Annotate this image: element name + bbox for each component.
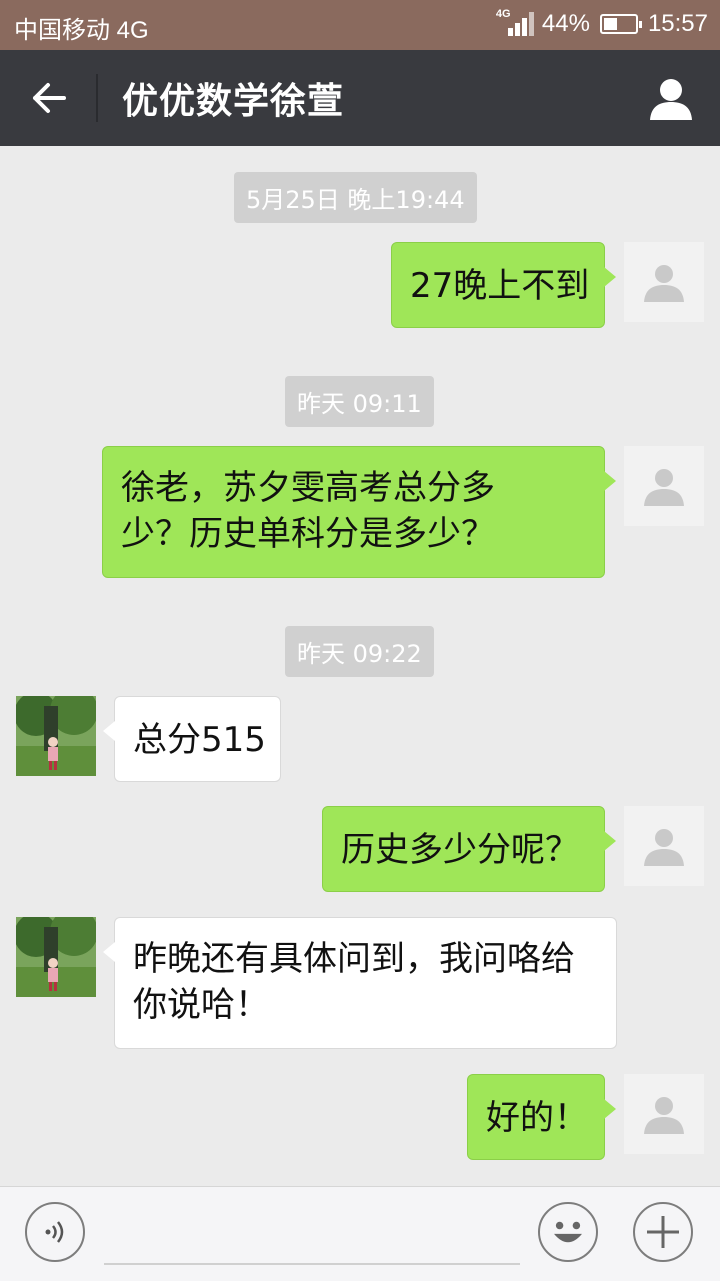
- chat-title: 优优数学徐萱: [122, 81, 345, 122]
- message-text: 徐老，苏夕雯高考总分多: [121, 468, 495, 508]
- plus-icon: [647, 1216, 679, 1248]
- emoji-button[interactable]: [538, 1202, 598, 1262]
- battery-percent: 44%: [541, 10, 590, 37]
- add-button[interactable]: [633, 1202, 693, 1262]
- message-text: 少？历史单科分是多少？: [121, 514, 495, 554]
- timestamp-label: 昨天 09:11: [285, 376, 434, 427]
- timestamp-label: 昨天 09:22: [285, 626, 434, 677]
- sent-message-bubble[interactable]: 27晚上不到: [391, 242, 616, 328]
- back-button[interactable]: [22, 74, 76, 122]
- network-tag: 4G: [495, 8, 511, 20]
- message-text: 27晚上不到: [410, 266, 590, 306]
- status-indicators: 4G 44% 15:57: [495, 8, 708, 38]
- person-icon: [650, 79, 692, 120]
- voice-icon: [45, 1221, 64, 1243]
- message-text: 总分515: [133, 720, 266, 760]
- battery-fill: [603, 18, 617, 30]
- person-icon: [644, 829, 684, 866]
- title-bar: 优优数学徐萱: [0, 50, 720, 146]
- signal-icon: 4G: [495, 8, 534, 38]
- voice-button[interactable]: [25, 1202, 85, 1262]
- message-text: 你说哈！: [133, 985, 269, 1025]
- received-message-bubble[interactable]: 总分515: [103, 696, 281, 782]
- my-avatar[interactable]: [624, 242, 704, 322]
- my-avatar[interactable]: [624, 806, 704, 886]
- my-avatar[interactable]: [624, 446, 704, 526]
- person-icon: [644, 1097, 684, 1134]
- message-text: 好的！: [486, 1098, 588, 1138]
- carrier-label: 中国移动 4G: [14, 17, 149, 44]
- emoji-icon: [554, 1221, 582, 1243]
- message-text: 历史多少分呢？: [341, 830, 579, 870]
- message-text: 昨晚还有具体问到，我问咯给: [133, 939, 575, 979]
- contact-avatar[interactable]: [16, 696, 96, 776]
- status-bar: 中国移动 4G 4G 44% 15:57: [0, 0, 720, 50]
- timestamp-label: 5月25日 晚上19:44: [234, 172, 477, 223]
- battery-icon: [599, 14, 642, 34]
- contact-photo: [16, 696, 96, 776]
- input-bar: [0, 1186, 720, 1281]
- my-avatar[interactable]: [624, 1074, 704, 1154]
- sent-message-bubble[interactable]: 历史多少分呢？: [322, 806, 616, 892]
- message-list[interactable]: 5月25日 晚上19:44 27晚上不到昨天 09:11 徐老，苏夕雯高考总分多 少？…: [0, 146, 720, 1186]
- sent-message-bubble[interactable]: 徐老，苏夕雯高考总分多 少？历史单科分是多少？: [102, 446, 616, 578]
- contact-avatar[interactable]: [16, 917, 96, 997]
- person-icon: [644, 469, 684, 506]
- title-divider: [96, 74, 98, 122]
- clock: 15:57: [647, 10, 708, 37]
- contact-photo: [16, 917, 96, 997]
- sent-message-bubble[interactable]: 好的！: [467, 1074, 616, 1160]
- received-message-bubble[interactable]: 昨晚还有具体问到，我问咯给 你说哈！: [103, 917, 617, 1049]
- chat-info-button[interactable]: [648, 76, 694, 122]
- back-arrow-icon: [33, 83, 66, 113]
- person-icon: [644, 265, 684, 302]
- message-input[interactable]: [104, 1263, 520, 1265]
